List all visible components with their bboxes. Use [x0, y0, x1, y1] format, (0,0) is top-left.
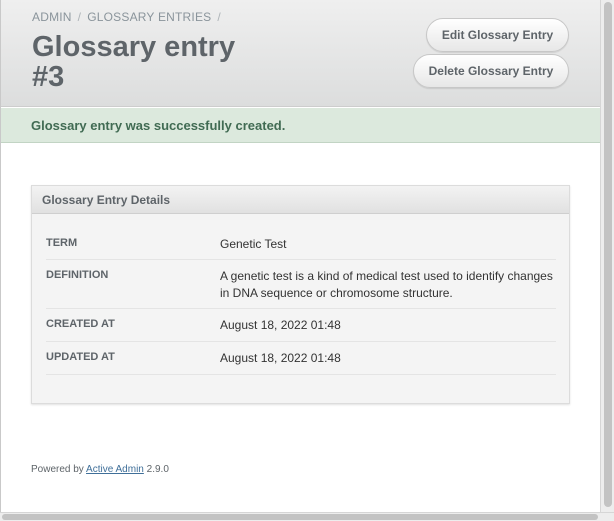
row-value: August 18, 2022 01:48: [220, 351, 341, 365]
horizontal-scrollbar[interactable]: [0, 512, 614, 521]
footer-version: 2.9.0: [146, 464, 169, 475]
breadcrumb-separator: /: [217, 10, 221, 24]
footer-prefix: Powered by: [31, 464, 84, 475]
row-value: A genetic test is a kind of medical test…: [220, 269, 553, 300]
page: ADMIN / GLOSSARY ENTRIES / Glossary entry #…: [0, 0, 600, 512]
panel-title: Glossary Entry Details: [32, 186, 569, 214]
row-label: CREATED AT: [46, 318, 115, 330]
breadcrumb-admin-link[interactable]: ADMIN: [32, 10, 72, 24]
page-title: Glossary entry #3: [32, 31, 236, 93]
flash-notice: Glossary entry was successfully created.: [0, 108, 600, 143]
vertical-scroll-thumb[interactable]: [604, 2, 612, 507]
details-panel: Glossary Entry Details TERM Genetic Test…: [31, 185, 570, 404]
row-value: Genetic Test: [220, 237, 287, 251]
table-row: TERM Genetic Test: [46, 228, 556, 260]
breadcrumb-glossary-entries-link[interactable]: GLOSSARY ENTRIES: [87, 10, 211, 24]
delete-glossary-entry-button[interactable]: Delete Glossary Entry: [413, 54, 569, 88]
horizontal-scroll-thumb[interactable]: [2, 514, 598, 520]
attributes-table: TERM Genetic Test DEFINITION A genetic t…: [46, 228, 556, 375]
vertical-scrollbar[interactable]: [600, 0, 614, 512]
breadcrumb-separator: /: [77, 10, 82, 24]
table-row: DEFINITION A genetic test is a kind of m…: [46, 260, 556, 309]
edit-glossary-entry-button[interactable]: Edit Glossary Entry: [426, 18, 569, 52]
row-label: DEFINITION: [46, 269, 109, 281]
row-label: UPDATED AT: [46, 351, 115, 363]
table-row: UPDATED AT August 18, 2022 01:48: [46, 342, 556, 375]
footer: Powered by Active Admin 2.9.0: [31, 464, 169, 475]
row-value: August 18, 2022 01:48: [220, 318, 341, 332]
breadcrumb: ADMIN / GLOSSARY ENTRIES /: [32, 10, 227, 24]
page-border: [0, 0, 1, 512]
active-admin-link[interactable]: Active Admin: [86, 464, 144, 475]
title-bar: ADMIN / GLOSSARY ENTRIES / Glossary entry #…: [0, 0, 600, 107]
table-row: CREATED AT August 18, 2022 01:48: [46, 309, 556, 342]
row-label: TERM: [46, 237, 78, 249]
